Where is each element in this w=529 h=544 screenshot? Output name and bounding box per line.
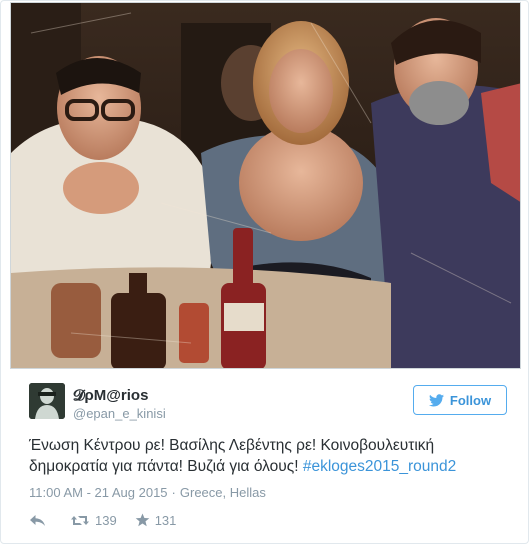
tweet-timestamp[interactable]: 11:00 AM - 21 Aug 2015 [29,485,168,500]
tweet-author-header: 𝓓ρM@rios @epan_e_kinisi Follow [29,381,507,421]
retweet-count: 139 [95,512,117,528]
tweet-actions: 139 131 [29,511,176,529]
retweet-button[interactable]: 139 [70,513,117,528]
tweet-photo[interactable] [10,2,521,369]
reply-button[interactable] [29,514,49,527]
tweet-photo-image [11,3,520,368]
user-avatar-icon[interactable] [29,383,65,419]
tweet-text-line-2-plain: δημοκρατία για πάντα! Βυζιά για όλους! [29,458,303,475]
favorite-count: 131 [154,512,177,528]
retweet-icon [71,515,89,525]
tweet-card: 𝓓ρM@rios @epan_e_kinisi Follow Ένωση Κέν… [0,0,529,544]
author-display-name[interactable]: 𝓓ρM@rios [73,387,148,404]
tweet-text: Ένωση Κέντρου ρε! Βασίλης Λεβέντης ρε! Κ… [29,435,499,477]
tweet-text-line-1: Ένωση Κέντρου ρε! Βασίλης Λεβέντης ρε! Κ… [29,437,435,454]
follow-button[interactable]: Follow [413,385,507,415]
star-icon [135,513,150,527]
reply-icon [30,514,45,526]
tweet-text-line-2: δημοκρατία για πάντα! Βυζιά για όλους! #… [29,456,499,477]
tweet-meta: 11:00 AM - 21 Aug 2015 · Greece, Hellas [29,485,266,500]
author-handle[interactable]: @epan_e_kinisi [73,406,166,421]
meta-separator: · [171,485,176,500]
hashtag-link[interactable]: #ekloges2015_round2 [303,458,456,475]
tweet-location[interactable]: Greece, Hellas [180,485,266,500]
follow-button-label: Follow [449,392,492,408]
favorite-button[interactable]: 131 [135,512,177,528]
twitter-bird-icon [428,393,444,406]
